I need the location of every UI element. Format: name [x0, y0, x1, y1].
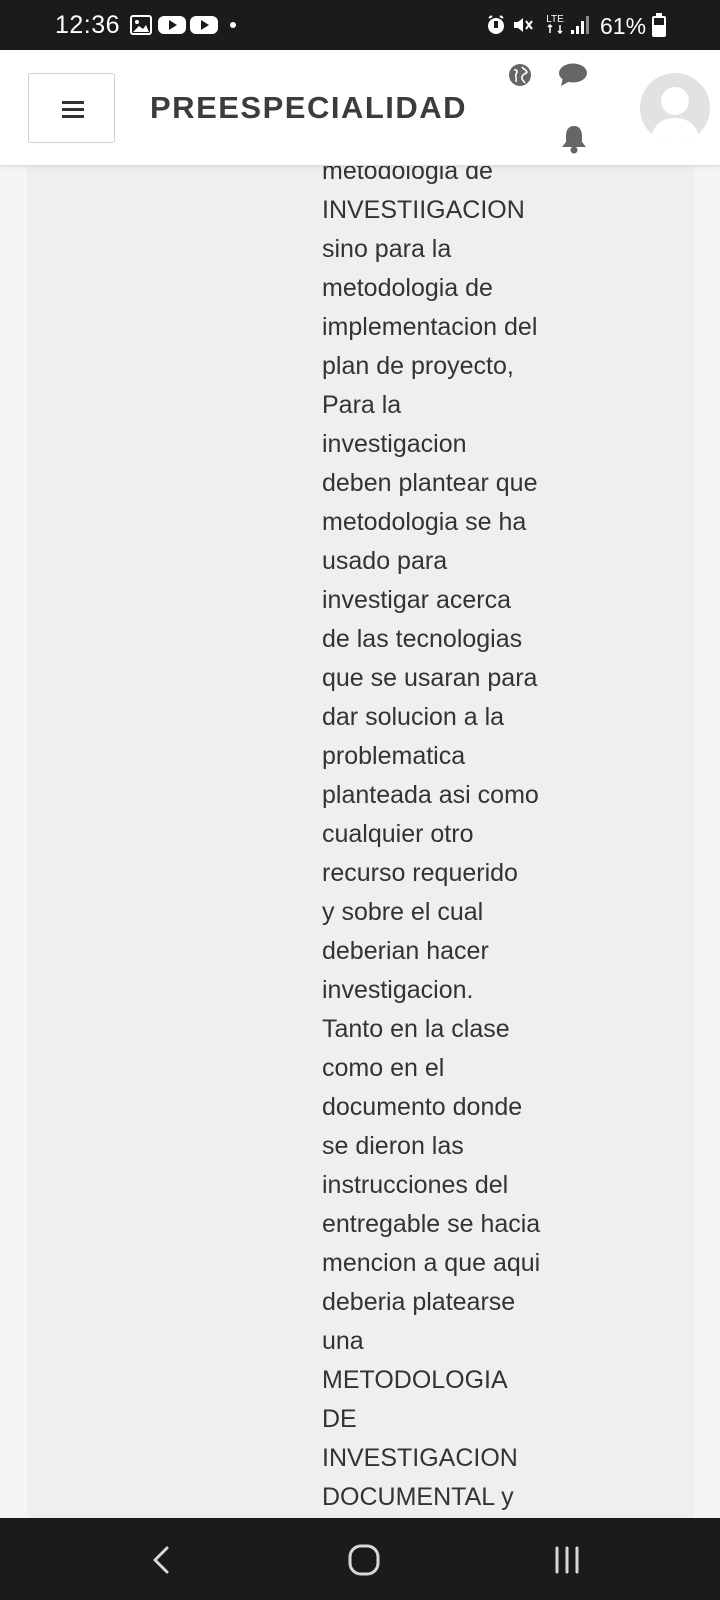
site-title[interactable]: PREESPECIALIDAD: [150, 90, 467, 126]
post-line: problematica: [322, 742, 466, 770]
app-header: PREESPECIALIDAD: [0, 50, 720, 166]
post-line: dar solucion a la: [322, 703, 505, 731]
lte-icon: LTE: [546, 14, 564, 35]
youtube-icon: [190, 16, 218, 34]
post-line: metodologia de: [322, 166, 493, 185]
post-line: una: [322, 1327, 364, 1355]
post-line: sino para la: [322, 235, 452, 263]
avatar-silhouette-icon: [650, 87, 700, 143]
mute-icon: [514, 18, 533, 32]
post-line: deben plantear que: [322, 469, 538, 497]
post-line: planteada asi como: [322, 781, 539, 809]
home-icon[interactable]: [342, 1538, 386, 1582]
post-line: Tanto en la clase: [322, 1015, 510, 1043]
post-line: plan de proyecto,: [322, 352, 514, 380]
post-line: recurso requerido: [322, 859, 518, 887]
signal-icon: [571, 16, 589, 34]
post-line: investigacion.: [322, 976, 474, 1004]
battery-icon: [652, 13, 666, 37]
post-line: entregable se hacia: [322, 1210, 541, 1238]
post-line: instrucciones del: [322, 1171, 509, 1199]
post-line: y sobre el cual: [322, 898, 484, 926]
system-nav-bar: [0, 1518, 720, 1600]
notifications-bell-icon[interactable]: [560, 124, 588, 154]
post-line: que se usaran para: [322, 664, 538, 692]
post-line: DE: [322, 1405, 357, 1433]
post-line: deberian hacer: [322, 937, 489, 965]
post-line: deberia platearse: [322, 1288, 516, 1316]
post-content: metodologia de INVESTIIGACION sino para …: [27, 166, 694, 1518]
more-notifications-dot: [230, 22, 236, 28]
post-body: metodologia de INVESTIIGACION sino para …: [322, 166, 557, 1517]
youtube-icon: [158, 16, 186, 34]
status-time: 12:36: [55, 11, 121, 39]
user-avatar[interactable]: [640, 73, 710, 143]
post-line: METODOLOGIA: [322, 1366, 508, 1394]
post-line: cualquier otro: [322, 820, 474, 848]
post-line: investigacion: [322, 430, 467, 458]
recents-icon[interactable]: [545, 1538, 589, 1582]
post-line: INVESTIGACION: [322, 1444, 518, 1472]
status-bar: 12:36 LTE 61%: [0, 0, 720, 50]
lte-label: LTE: [546, 14, 564, 25]
menu-button[interactable]: [28, 73, 115, 143]
post-line: usado para: [322, 547, 448, 575]
post-line: se dieron las: [322, 1132, 464, 1160]
back-icon[interactable]: [140, 1538, 184, 1582]
post-line: de las tecnologias: [322, 625, 523, 653]
post-line: metodologia de: [322, 274, 493, 302]
gallery-icon: [130, 15, 152, 35]
post-line: mencion a que aqui: [322, 1249, 541, 1277]
post-line: Para la: [322, 391, 402, 419]
post-line: como en el: [322, 1054, 445, 1082]
language-globe-icon[interactable]: [508, 63, 532, 87]
post-line: documento donde: [322, 1093, 523, 1121]
post-line: metodologia se ha: [322, 508, 527, 536]
alarm-icon: [488, 15, 504, 34]
post-line: INVESTIIGACION: [322, 196, 525, 224]
messages-icon[interactable]: [558, 62, 588, 88]
post-line: implementacion del: [322, 313, 538, 341]
post-line: investigar acerca: [322, 586, 511, 614]
battery-percent: 61%: [600, 13, 647, 39]
post-line: DOCUMENTAL y: [322, 1483, 514, 1511]
